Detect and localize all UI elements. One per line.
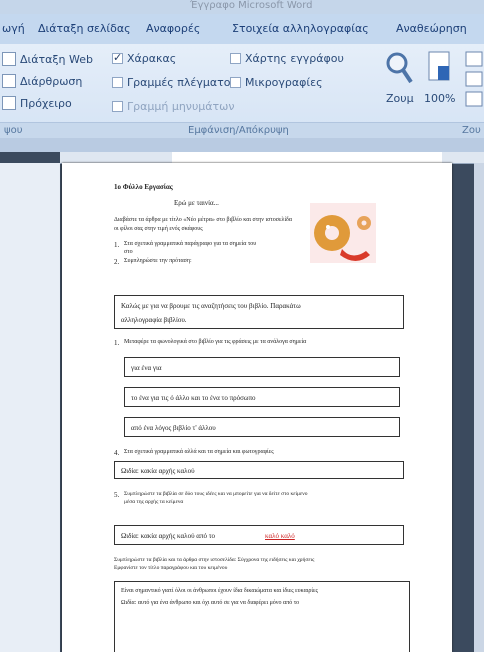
thumbnails-checkbox[interactable]: Μικρογραφίες <box>230 76 323 89</box>
doc-intro-2: οι φίλοι σας στην τιμή ενός σκάφους <box>114 226 203 232</box>
doc-subheading: Ερώ με ταινία... <box>174 199 219 207</box>
answer-box-1[interactable]: Καλώς με για να βρουμε τις αναζητήσεις τ… <box>114 295 404 329</box>
ribbon-group-labels: ψου Εμφάνιση/Απόκρυψη Ζου <box>0 122 484 139</box>
page-view-icons[interactable] <box>464 50 484 110</box>
outline-button[interactable]: Διάρθρωση <box>2 74 82 88</box>
answer-box-2[interactable]: Ωιδία: κακία αρχής καλού <box>114 461 404 479</box>
message-bar-check-icon <box>112 101 123 112</box>
zoom-label: Ζουμ <box>386 92 414 105</box>
option-box-3[interactable]: από ένα λόγος βιβλίο τ' άλλου <box>124 417 400 437</box>
group-label-show-hide: Εμφάνιση/Απόκρυψη <box>188 125 289 136</box>
ruler-checkbox[interactable]: Χάρακας <box>112 51 177 65</box>
box4-line-1: Είναι σημαντικό γιατί όλοι οι άνθρωποι έ… <box>121 588 318 594</box>
doc-item-1b: στο <box>124 249 133 255</box>
box1-line-1: Καλώς με για να βρουμε τις αναζητήσεις τ… <box>121 302 301 310</box>
doc-item-3: Μεταφέρε τα φωνολογικά στο βιβλίο για τι… <box>124 339 307 345</box>
zoom-100-icon[interactable] <box>426 50 452 84</box>
box3-link[interactable]: καλό καλό <box>265 532 295 540</box>
option-1-text: για ένα για <box>131 364 162 372</box>
message-bar-checkbox[interactable]: Γραμμή μηνυμάτων <box>112 100 235 113</box>
doc-heading: 1ο Φύλλο Εργασίας <box>114 183 173 191</box>
box4-line-2: Ωιδία: αυτό για ένα άνθρωπο και όχι αυτό… <box>121 600 300 606</box>
web-layout-label: Διάταξη Web <box>20 52 93 66</box>
list-number-2: 2. <box>114 258 120 266</box>
doc-intro: Διαβάστε τα άρθρα με τίτλο «Νέο μέτρα» σ… <box>114 217 293 223</box>
list-number-4: 4. <box>114 449 120 457</box>
thumbnails-label: Μικρογραφίες <box>245 76 323 89</box>
doc-paragraph-2: Εμφανίστε τον τίτλο παραγράφου και του κ… <box>114 565 228 571</box>
title-bar: Έγγραφο Microsoft Word <box>0 0 484 14</box>
document-page[interactable]: 1ο Φύλλο Εργασίας Ερώ με ταινία... Διαβά… <box>62 163 452 652</box>
doc-item-2: Συμπληρώστε την πρόταση: <box>124 258 192 264</box>
draft-button[interactable]: Πρόχειρο <box>2 96 72 110</box>
box3-text: Ωιδία: κακία αρχής καλού από το <box>121 532 216 540</box>
zoom-magnifier-icon[interactable] <box>384 50 414 86</box>
box2-text: Ωιδία: κακία αρχής καλού <box>121 467 195 475</box>
tab-insert[interactable]: ωγή <box>2 22 25 35</box>
vertical-scrollbar[interactable] <box>474 163 484 652</box>
tab-references[interactable]: Αναφορές <box>146 22 200 35</box>
tab-review[interactable]: Αναθεώρηση <box>396 22 467 35</box>
answer-box-3[interactable]: Ωιδία: κακία αρχής καλού από το καλό καλ… <box>114 525 404 545</box>
draft-label: Πρόχειρο <box>20 96 72 110</box>
ribbon-tabs: ωγή Διάταξη σελίδας Αναφορές Στοιχεία αλ… <box>0 14 484 45</box>
doc-item-4: Στα σχετικά γραμματικά αλλά και τα σημεί… <box>124 449 274 455</box>
ruler-text-area <box>172 152 442 163</box>
option-box-2[interactable]: το ένα για τις ό άλλο και το ένα το πρόσ… <box>124 387 400 407</box>
thumbnails-check-icon <box>230 77 241 88</box>
web-layout-button[interactable]: Διάταξη Web <box>2 52 93 66</box>
vertical-ruler[interactable] <box>0 163 60 652</box>
document-map-checkbox[interactable]: Χάρτης εγγράφου <box>230 52 344 65</box>
document-map-check-icon <box>230 53 241 64</box>
doc-paragraph: Συμπληρώστε τα βιβλία και τα άρθρα στην … <box>114 557 315 563</box>
message-bar-label: Γραμμή μηνυμάτων <box>127 100 235 113</box>
window-title: Έγγραφο Microsoft Word <box>190 0 313 11</box>
group-label-zoom: Ζου <box>462 125 481 136</box>
list-number-5: 5. <box>114 491 120 499</box>
doc-item-5: Συμπληρώστε τα βιβλία σε δύο τους ιδέες … <box>124 491 308 497</box>
web-layout-icon <box>2 52 16 66</box>
tab-mailings[interactable]: Στοιχεία αλληλογραφίας <box>232 22 369 35</box>
box1-line-2: αλληλογραφία βιβλίου. <box>121 316 187 324</box>
zoom-value: 100% <box>424 92 456 105</box>
draft-icon <box>2 96 16 110</box>
list-number-1: 1. <box>114 241 120 249</box>
doc-item-1: Στα σχετικά γραμματικά παράγραφο για τα … <box>124 241 257 247</box>
ruler-label: Χάρακας <box>127 52 177 65</box>
tab-page-layout[interactable]: Διάταξη σελίδας <box>38 22 131 35</box>
gridlines-label: Γραμμές πλέγματος <box>127 76 237 89</box>
list-number-3: 1. <box>114 339 120 347</box>
doc-item-5b: μέσα της αρχής τα κείμενα <box>124 499 184 505</box>
gridlines-checkbox[interactable]: Γραμμές πλέγματος <box>112 76 237 89</box>
ruler-bar-background <box>0 138 484 152</box>
outline-label: Διάρθρωση <box>20 74 83 88</box>
document-map-label: Χάρτης εγγράφου <box>245 52 344 65</box>
option-box-1[interactable]: για ένα για <box>124 357 400 377</box>
doughnut-character-image <box>310 203 376 263</box>
option-2-text: το ένα για τις ό άλλο και το ένα το πρόσ… <box>131 394 256 402</box>
gridlines-check-icon <box>112 77 123 88</box>
answer-box-4[interactable]: Είναι σημαντικό γιατί όλοι οι άνθρωποι έ… <box>114 581 410 652</box>
option-3-text: από ένα λόγος βιβλίο τ' άλλου <box>131 424 216 432</box>
outline-icon <box>2 74 16 88</box>
ruler-check-icon <box>112 51 123 64</box>
group-label-views: ψου <box>4 125 23 136</box>
